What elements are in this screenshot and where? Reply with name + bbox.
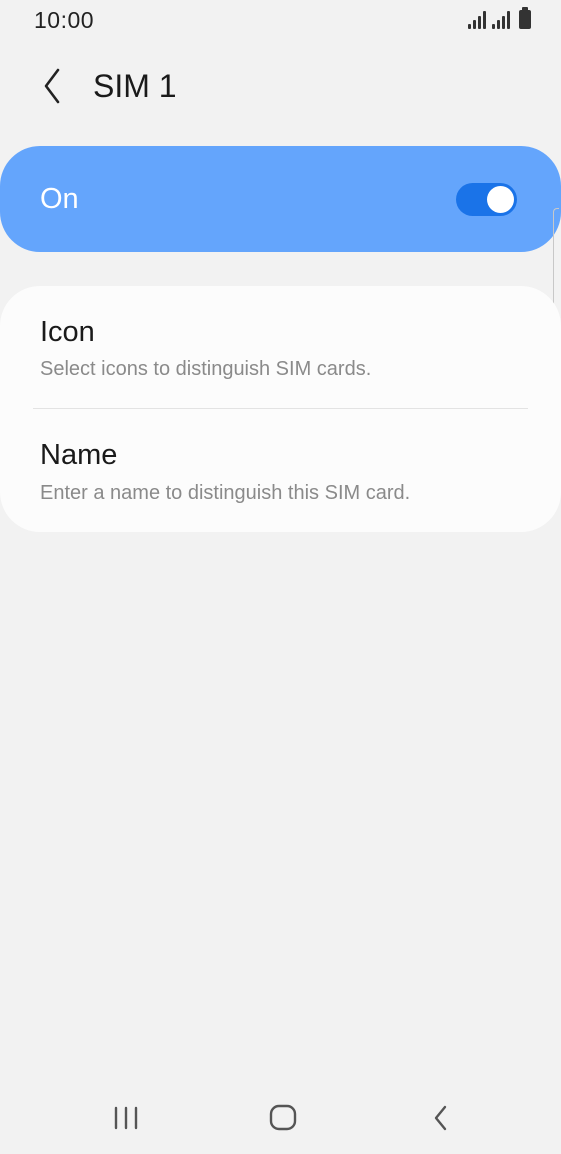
- divider: [33, 408, 528, 409]
- header: SIM 1: [0, 58, 561, 118]
- master-switch-label: On: [40, 183, 79, 215]
- signal-sim2-icon: [492, 9, 510, 29]
- setting-summary: Select icons to distinguish SIM cards.: [40, 358, 372, 380]
- battery-icon: [519, 7, 531, 29]
- status-time: 10:00: [34, 7, 95, 33]
- navigate-up-button[interactable]: [30, 64, 74, 108]
- setting-icon-row[interactable]: Icon Select icons to distinguish SIM car…: [0, 286, 561, 406]
- setting-title: Name: [40, 439, 118, 471]
- signal-sim1-icon: [468, 9, 486, 29]
- back-icon: [434, 1105, 447, 1131]
- status-bar: 10:00: [0, 0, 561, 42]
- toggle-knob: [487, 186, 514, 213]
- setting-name-row[interactable]: Name Enter a name to distinguish this SI…: [0, 410, 561, 530]
- master-toggle-switch[interactable]: [456, 183, 517, 216]
- recent-apps-icon: [114, 1106, 138, 1130]
- master-switch-bar[interactable]: On: [0, 146, 561, 252]
- navigation-bar: [0, 1080, 561, 1154]
- back-button[interactable]: [410, 1094, 470, 1138]
- setting-title: Icon: [40, 316, 95, 348]
- home-icon: [269, 1104, 297, 1131]
- recent-apps-button[interactable]: [96, 1094, 156, 1138]
- page-title: SIM 1: [93, 68, 177, 104]
- status-icons: [468, 7, 531, 29]
- home-button[interactable]: [253, 1094, 313, 1138]
- setting-summary: Enter a name to distinguish this SIM car…: [40, 482, 411, 504]
- settings-card: Icon Select icons to distinguish SIM car…: [0, 286, 561, 532]
- chevron-left-icon: [44, 68, 60, 104]
